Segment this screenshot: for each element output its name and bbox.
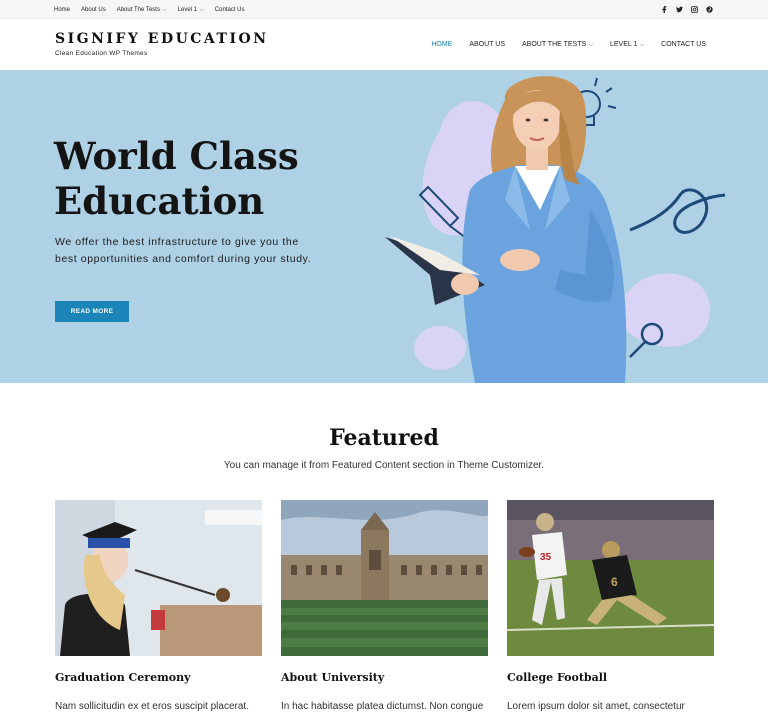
blob-shape — [414, 326, 466, 370]
svg-text:35: 35 — [540, 552, 552, 563]
nav-about-the-tests[interactable]: ABOUT THE TESTS ⌵ — [522, 41, 593, 48]
twitter-icon[interactable] — [675, 5, 684, 14]
chevron-down-icon: ⌵ — [200, 6, 204, 13]
nav-label: ABOUT THE TESTS — [521, 41, 587, 48]
top-nav-label: Contact Us — [214, 6, 245, 13]
card-title[interactable]: College Football — [507, 671, 607, 684]
site-title[interactable]: SIGNIFY EDUCATION — [55, 31, 269, 47]
nav-label: HOME — [431, 41, 453, 48]
main-nav: HOME ABOUT US ABOUT THE TESTS ⌵ LEVEL 1 ⌵ … — [414, 19, 706, 70]
hero-section: World Class Education We offer the best … — [0, 70, 768, 383]
hero-title-line: Education — [54, 179, 265, 223]
top-nav-label: About Us — [81, 6, 106, 13]
nav-label: LEVEL 1 — [609, 41, 638, 48]
chevron-down-icon: ⌵ — [640, 41, 645, 48]
top-nav-level-1[interactable]: Level 1 ⌵ — [178, 7, 204, 13]
nav-level-1[interactable]: LEVEL 1 ⌵ — [610, 41, 644, 48]
top-nav-about-the-tests[interactable]: About The Tests ⌵ — [117, 7, 167, 13]
svg-text:6: 6 — [611, 575, 618, 589]
featured-card: 35 6 College Football Lorem ipsum dolor … — [507, 500, 714, 712]
college-football-image[interactable]: 35 6 — [507, 500, 714, 656]
squiggle-doodle — [629, 188, 726, 234]
pinterest-icon[interactable] — [705, 5, 714, 14]
top-nav-label: Level 1 — [177, 6, 197, 13]
featured-card: Graduation Ceremony Nam sollicitudin ex … — [55, 500, 262, 712]
read-more-button[interactable]: READ MORE — [55, 301, 129, 322]
chevron-down-icon: ⌵ — [162, 6, 167, 13]
card-excerpt: In hac habitasse platea dictumst. Non co… — [281, 701, 484, 712]
featured-card: About University In hac habitasse platea… — [281, 500, 488, 712]
site-tagline: Clean Education WP Themes — [55, 50, 148, 57]
nav-home[interactable]: HOME — [431, 41, 452, 48]
instagram-icon[interactable] — [690, 5, 699, 14]
top-nav-label: Home — [54, 6, 71, 13]
facebook-icon[interactable] — [660, 5, 669, 14]
top-bar: Home About Us About The Tests ⌵ Level 1 ⌵ … — [0, 0, 768, 19]
social-links — [654, 0, 714, 19]
nav-label: CONTACT US — [661, 41, 706, 48]
site-header: SIGNIFY EDUCATION Clean Education WP The… — [0, 19, 768, 70]
top-nav-contact-us[interactable]: Contact Us — [215, 7, 245, 13]
top-nav-about-us[interactable]: About Us — [81, 7, 106, 13]
about-university-image[interactable] — [281, 500, 488, 656]
card-title[interactable]: Graduation Ceremony — [55, 671, 190, 684]
nav-about-us[interactable]: ABOUT US — [469, 41, 505, 48]
chevron-down-icon: ⌵ — [589, 41, 593, 48]
graduation-ceremony-image[interactable] — [55, 500, 262, 656]
card-excerpt: Lorem ipsum dolor sit amet, consectetur — [507, 701, 685, 712]
top-nav: Home About Us About The Tests ⌵ Level 1 ⌵ … — [54, 0, 255, 19]
nav-contact-us[interactable]: CONTACT US — [661, 41, 706, 48]
blob-shape — [618, 273, 710, 347]
featured-title: Featured — [329, 425, 439, 451]
top-nav-label: About The Tests — [116, 6, 160, 13]
card-title[interactable]: About University — [281, 671, 384, 684]
hero-title: World Class Education — [54, 134, 354, 224]
hero-description: We offer the best infrastructure to give… — [55, 236, 312, 265]
top-nav-home[interactable]: Home — [54, 7, 70, 13]
nav-label: ABOUT US — [469, 41, 505, 48]
hero-title-line: World Class — [54, 134, 299, 178]
card-excerpt: Nam sollicitudin ex et eros suscipit pla… — [55, 701, 249, 712]
featured-subtitle: You can manage it from Featured Content … — [223, 460, 545, 471]
hero-illustration — [385, 76, 726, 383]
